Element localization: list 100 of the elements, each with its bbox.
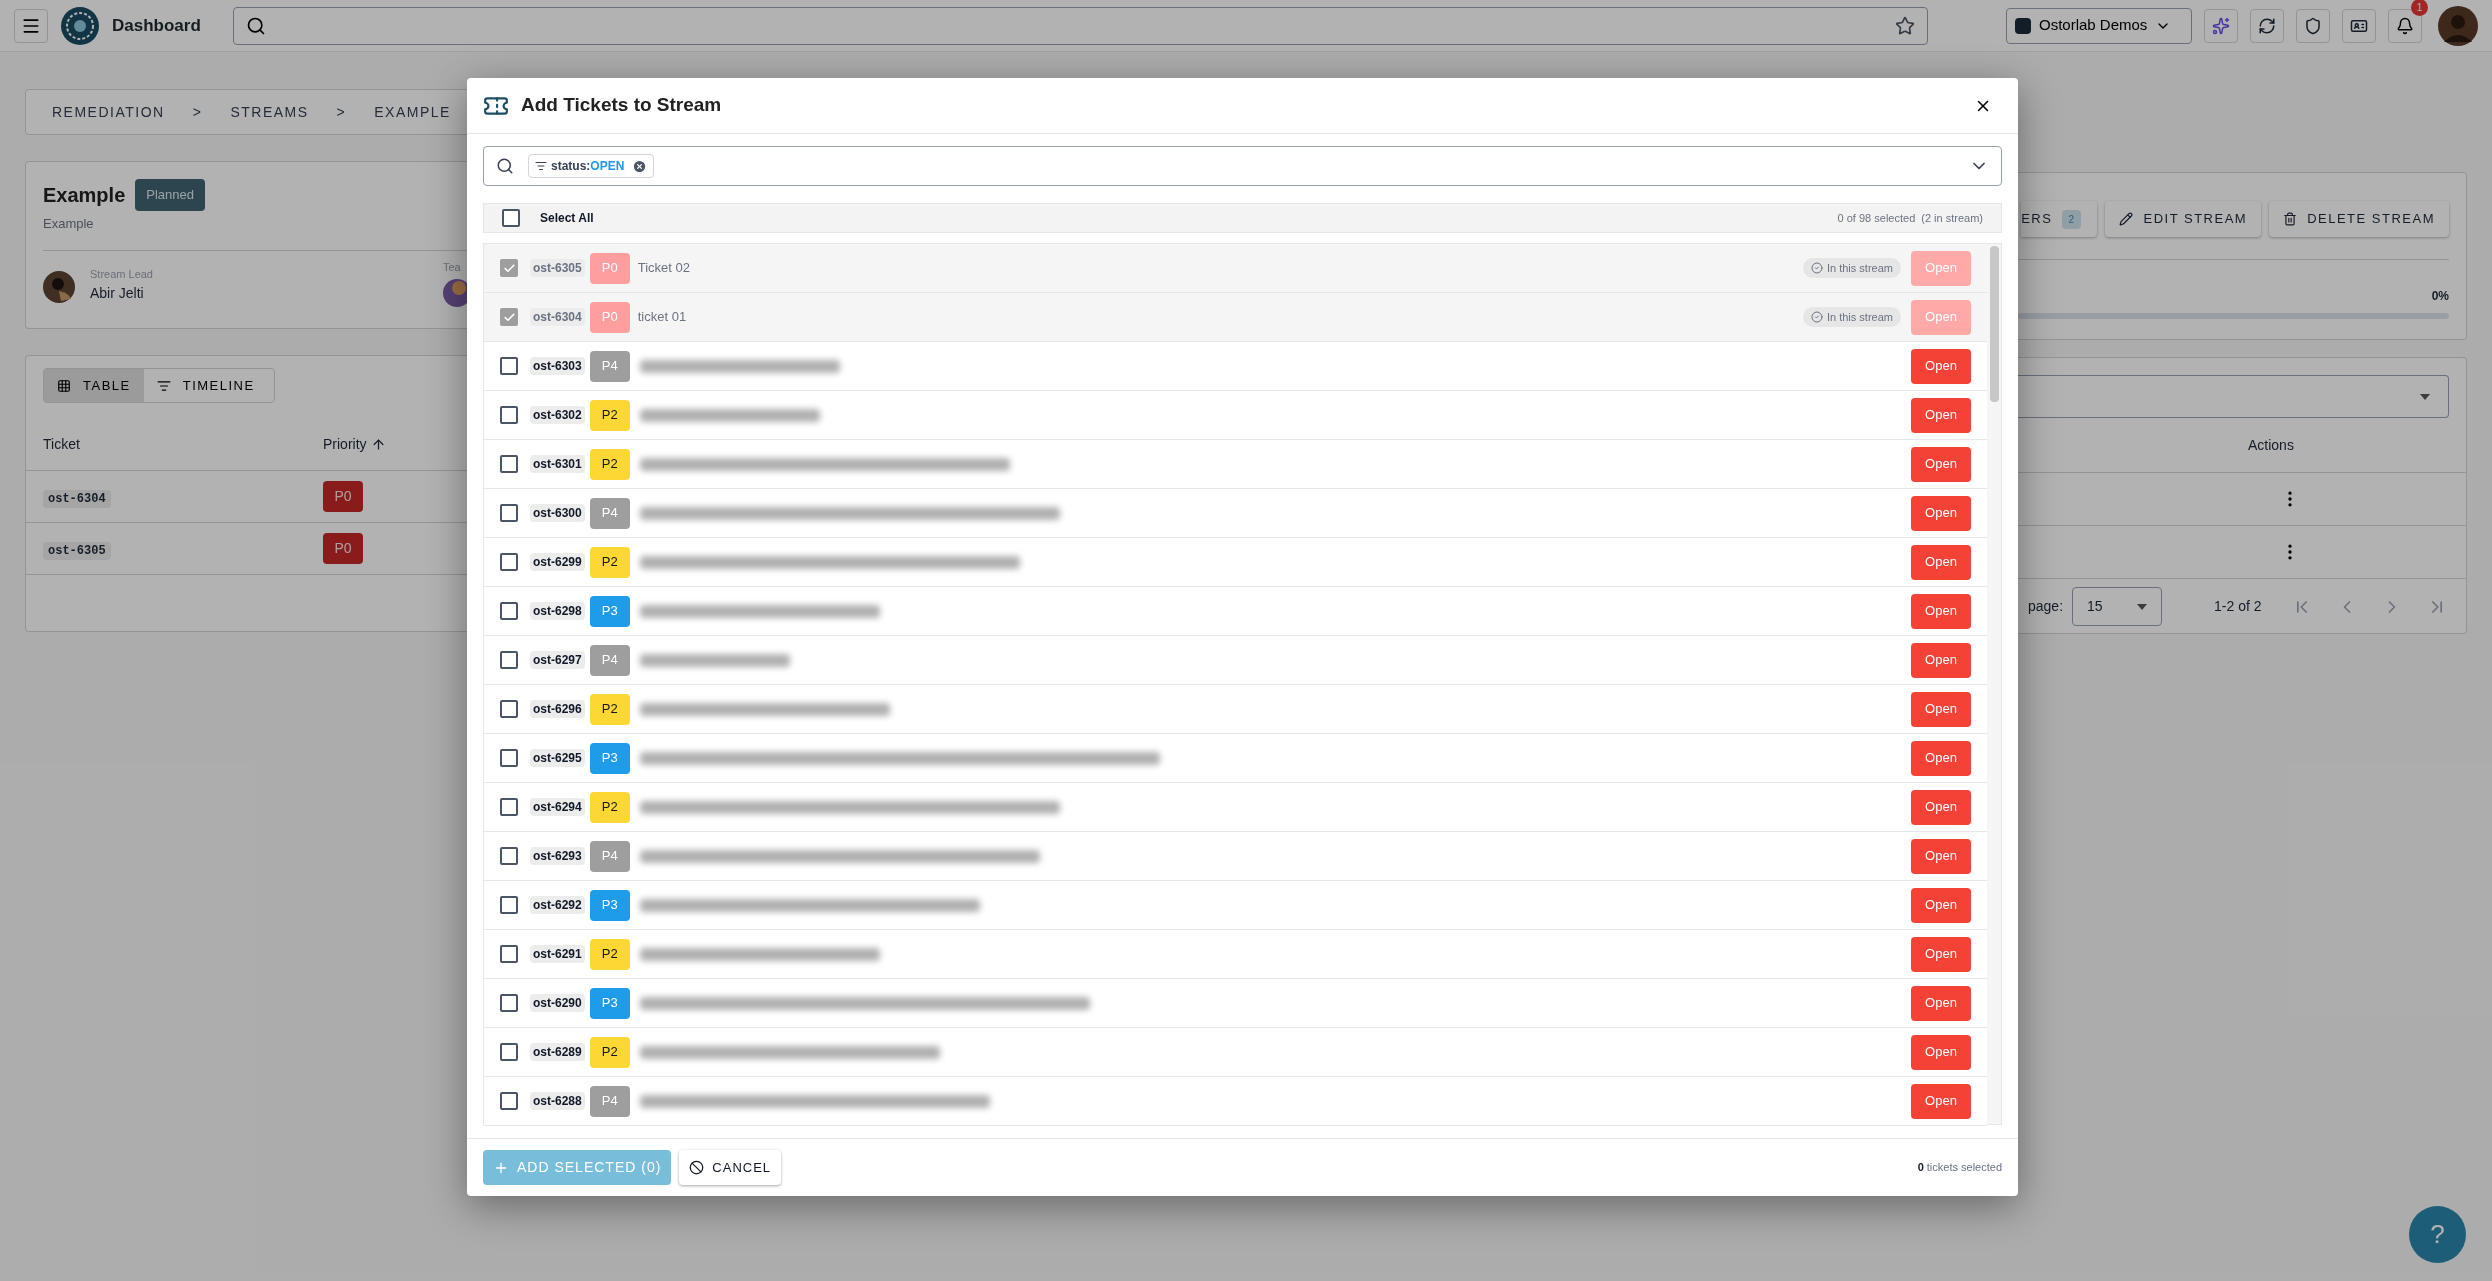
shield-icon bbox=[2304, 16, 2322, 35]
priority-badge: P2 bbox=[589, 938, 630, 970]
ticket-id: ost-6289 bbox=[530, 1043, 585, 1061]
ticket-row[interactable]: ost-6305 P0 Ticket 02 In this stream Open bbox=[484, 244, 1987, 293]
status-button[interactable]: Open bbox=[1911, 838, 1971, 874]
status-button[interactable]: Open bbox=[1911, 691, 1971, 727]
organization-selector[interactable]: Ostorlab Demos bbox=[2006, 7, 2192, 44]
status-button[interactable]: Open bbox=[1911, 740, 1971, 776]
checkbox[interactable] bbox=[500, 308, 518, 326]
checkbox[interactable] bbox=[500, 896, 518, 914]
priority-badge: P2 bbox=[589, 1036, 630, 1068]
page-range: 1-2 of 2 bbox=[2214, 597, 2262, 616]
refresh-button[interactable] bbox=[2250, 8, 2284, 43]
filter-chip[interactable]: status:OPEN bbox=[528, 154, 655, 178]
shield-button[interactable] bbox=[2296, 8, 2330, 43]
checkbox[interactable] bbox=[500, 357, 518, 375]
priority-badge: P3 bbox=[589, 889, 630, 921]
selected-count: 0 bbox=[1917, 1160, 1924, 1176]
status-button[interactable]: Open bbox=[1911, 495, 1971, 531]
check-circle-icon bbox=[1810, 262, 1823, 274]
status-button[interactable]: Open bbox=[1911, 985, 1971, 1021]
checkbox[interactable] bbox=[500, 749, 518, 767]
status-button[interactable]: Open bbox=[1911, 397, 1971, 433]
sparkle-icon bbox=[2212, 16, 2230, 35]
priority-badge: P4 bbox=[589, 350, 630, 382]
sparkle-button[interactable] bbox=[2204, 8, 2238, 43]
ticket-row[interactable]: ost-6304 P0 ticket 01 In this stream Open bbox=[484, 293, 1987, 342]
selection-summary: 0 of 98 selected bbox=[1837, 210, 1916, 226]
status-button[interactable]: Open bbox=[1911, 1083, 1971, 1119]
select-all-label[interactable]: Select All bbox=[540, 209, 594, 227]
search-field[interactable] bbox=[232, 6, 1928, 45]
checkbox[interactable] bbox=[500, 651, 518, 669]
checkbox[interactable] bbox=[500, 602, 518, 620]
dropdown-caret-icon bbox=[2420, 393, 2430, 400]
ticket-id: ost-6301 bbox=[530, 455, 585, 473]
status-button[interactable]: Open bbox=[1911, 593, 1971, 629]
priority-badge: P0 bbox=[323, 481, 363, 512]
checkbox[interactable] bbox=[500, 1043, 518, 1061]
timeline-icon bbox=[156, 378, 171, 393]
status-button[interactable]: Open bbox=[1911, 789, 1971, 825]
checkbox[interactable] bbox=[500, 994, 518, 1012]
ticket-id: ost-6305 bbox=[43, 536, 323, 561]
checkbox[interactable] bbox=[500, 259, 518, 277]
priority-badge: P3 bbox=[589, 742, 630, 774]
scrollbar-thumb[interactable] bbox=[1989, 246, 1999, 402]
edit-button[interactable]: EDIT STREAM bbox=[2105, 201, 2262, 237]
id-card-button[interactable] bbox=[2342, 8, 2376, 43]
column-header: Actions bbox=[2248, 435, 2294, 455]
organization-logo-icon bbox=[2015, 17, 2031, 34]
status-button[interactable]: Open bbox=[1911, 936, 1971, 972]
checkbox[interactable] bbox=[500, 700, 518, 718]
in-stream-label: In this stream bbox=[1826, 309, 1893, 325]
ticket-id: ost-6303 bbox=[530, 357, 585, 375]
checkbox[interactable] bbox=[500, 455, 518, 473]
ticket-id: ost-6298 bbox=[530, 602, 585, 620]
checkbox[interactable] bbox=[500, 504, 518, 522]
star-icon[interactable] bbox=[1894, 15, 1915, 36]
pencil-icon bbox=[2119, 212, 2134, 226]
priority-badge: P4 bbox=[589, 497, 630, 529]
checkbox[interactable] bbox=[502, 209, 520, 227]
checkbox[interactable] bbox=[500, 1092, 518, 1110]
priority-badge: P4 bbox=[589, 644, 630, 676]
view-tab[interactable]: TABLE bbox=[44, 369, 144, 402]
user-avatar[interactable] bbox=[2438, 5, 2478, 46]
column-header[interactable]: Priority bbox=[323, 433, 386, 455]
status-button[interactable]: Open bbox=[1911, 544, 1971, 580]
dialog-title: Add Tickets to Stream bbox=[521, 93, 722, 118]
breadcrumb-link[interactable]: EXAMPLE bbox=[374, 101, 451, 123]
rows-per-page-select[interactable]: 15 bbox=[2072, 587, 2163, 626]
breadcrumb-separator: > bbox=[336, 102, 347, 122]
filter-field[interactable]: status:OPEN bbox=[483, 146, 2002, 186]
priority-badge: P3 bbox=[589, 595, 630, 627]
checkbox[interactable] bbox=[500, 406, 518, 424]
status-button[interactable]: Open bbox=[1911, 446, 1971, 482]
priority-badge: P4 bbox=[589, 1085, 630, 1117]
selected-label: tickets selected bbox=[1926, 1160, 2002, 1176]
check-icon bbox=[502, 261, 516, 275]
members-button[interactable]: ERS 2 bbox=[2021, 201, 2098, 237]
count-badge: 2 bbox=[2062, 209, 2082, 229]
breadcrumb-separator: > bbox=[192, 102, 203, 122]
checkbox[interactable] bbox=[500, 847, 518, 865]
status-button[interactable]: Open bbox=[1911, 642, 1971, 678]
stream-summary: (2 in stream) bbox=[1921, 210, 1983, 226]
checkbox[interactable] bbox=[500, 945, 518, 963]
status-button[interactable]: Open bbox=[1911, 348, 1971, 384]
ticket-id: ost-6293 bbox=[530, 847, 585, 865]
ticket-id: ost-6300 bbox=[530, 504, 585, 522]
breadcrumb-link[interactable]: STREAMS bbox=[230, 101, 309, 123]
menu-button[interactable] bbox=[14, 8, 48, 43]
checkbox[interactable] bbox=[500, 798, 518, 816]
bell-icon bbox=[2396, 16, 2414, 35]
status-button[interactable]: Open bbox=[1911, 887, 1971, 923]
dropdown-caret-icon bbox=[2137, 603, 2148, 610]
status-button[interactable]: Open bbox=[1911, 1034, 1971, 1070]
delete-button[interactable]: DELETE STREAM bbox=[2269, 201, 2449, 237]
breadcrumb-link[interactable]: REMEDIATION bbox=[52, 101, 165, 123]
status-badge: Planned bbox=[135, 179, 205, 211]
cancel-button[interactable]: CANCEL bbox=[679, 1150, 782, 1185]
checkbox[interactable] bbox=[500, 553, 518, 571]
remove-filter-icon[interactable] bbox=[632, 158, 648, 174]
